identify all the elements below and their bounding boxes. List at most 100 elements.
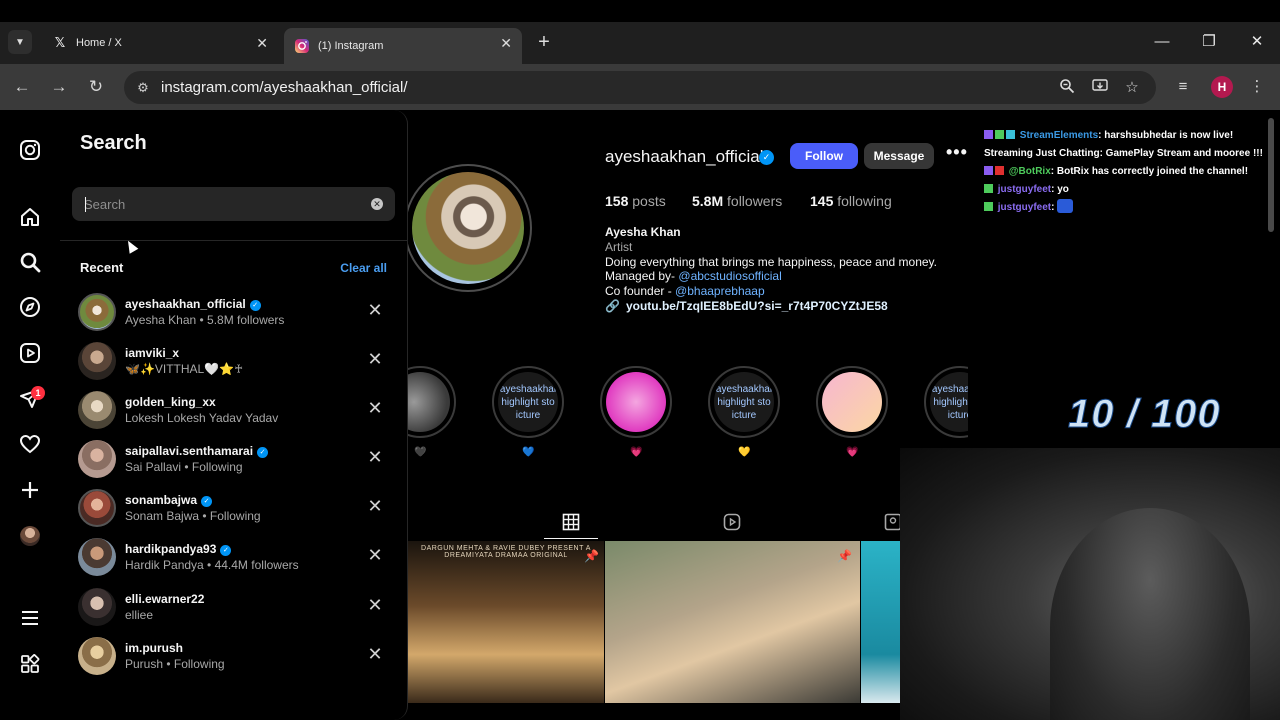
reels-tab-icon[interactable] [723, 513, 741, 531]
avatar [78, 489, 116, 527]
follow-button[interactable]: Follow [790, 143, 858, 169]
recent-subtitle: Hardik Pandya • 44.4M followers [125, 558, 299, 572]
install-app-icon[interactable] [1090, 78, 1110, 98]
reload-button[interactable]: ↻ [85, 76, 107, 98]
search-icon[interactable] [18, 250, 42, 274]
recent-subtitle: elliee [125, 608, 154, 622]
badge-icon [995, 166, 1004, 175]
avatar [78, 440, 116, 478]
back-button[interactable]: ← [11, 76, 33, 98]
recent-username: sonambajwa ✓ [125, 493, 213, 507]
remove-recent-icon[interactable]: ✕ [366, 448, 384, 466]
profile-full-name: Ayesha Khan [605, 225, 681, 239]
remove-recent-icon[interactable]: ✕ [366, 596, 384, 614]
media-controls-icon[interactable]: ≡ [1172, 76, 1194, 98]
recent-item[interactable]: im.purush Purush • Following ✕ [78, 635, 390, 679]
remove-recent-icon[interactable]: ✕ [366, 645, 384, 663]
avatar [78, 637, 116, 675]
profile-username: ayeshaakhan_official [605, 147, 764, 166]
chat-message: @BotRix: BotRix has correctly joined the… [984, 163, 1264, 181]
home-icon[interactable] [18, 205, 42, 229]
avatar [78, 538, 116, 576]
screen-top-strip [0, 0, 1280, 22]
highlight-heart: 💙 [522, 447, 535, 458]
new-tab-button[interactable]: + [534, 30, 554, 54]
tab-search-button[interactable]: ▼ [8, 30, 32, 54]
create-plus-icon[interactable] [18, 478, 42, 502]
story-highlight[interactable]: ayeshaakhai highlight sto icture [492, 366, 564, 438]
clear-all-button[interactable]: Clear all [340, 261, 387, 275]
recent-item[interactable]: elli.ewarner22 elliee ✕ [78, 586, 390, 630]
story-highlight[interactable] [408, 366, 456, 438]
recent-item[interactable]: saipallavi.senthamarai ✓ Sai Pallavi • Fo… [78, 438, 390, 482]
story-highlight[interactable]: ayeshaakhai highlight sto icture [924, 366, 968, 438]
explore-compass-icon[interactable] [18, 295, 42, 319]
badge-icon [995, 130, 1004, 139]
close-tab-icon[interactable]: ✕ [256, 35, 268, 52]
story-highlight[interactable] [816, 366, 888, 438]
notifications-heart-icon[interactable] [18, 432, 42, 456]
recent-item[interactable]: iamviki_x 🦋✨VITTHAL🤍⭐♰ ✕ [78, 340, 390, 384]
instagram-logo-icon[interactable] [18, 138, 42, 162]
chevron-down-icon: ▼ [15, 36, 25, 48]
menu-kebab-icon[interactable]: ⋮ [1246, 76, 1268, 98]
remove-recent-icon[interactable]: ✕ [366, 399, 384, 417]
recent-item[interactable]: ayeshaakhan_official ✓ Ayesha Khan • 5.8M… [78, 291, 390, 335]
recent-item[interactable]: hardikpandya93 ✓ Hardik Pandya • 44.4M fo… [78, 536, 390, 580]
close-window-button[interactable]: ✕ [1245, 30, 1269, 54]
verified-badge-icon: ✓ [249, 300, 261, 311]
mention-link[interactable]: @bhaaprebhaap [675, 284, 765, 298]
remove-recent-icon[interactable]: ✕ [366, 350, 384, 368]
profile-category: Artist [605, 240, 633, 254]
text-caret [85, 197, 86, 212]
bio-text: Doing everything that brings me happines… [605, 255, 937, 269]
tab-home-x[interactable]: 𝕏 Home / X ✕ [42, 28, 278, 58]
browser-tab-bar: ▼ 𝕏 Home / X ✕ (1) Instagram ✕ + — ❐ ✕ [0, 22, 1280, 64]
search-box[interactable]: ✕ [72, 187, 395, 221]
tab-instagram[interactable]: (1) Instagram ✕ [284, 28, 522, 64]
restore-button[interactable]: ❐ [1197, 30, 1221, 54]
recent-item[interactable]: golden_king_xx Lokesh Lokesh Yadav Yadav… [78, 389, 390, 433]
search-input[interactable] [84, 187, 354, 221]
more-options-icon[interactable]: ••• [946, 142, 968, 163]
zoom-icon[interactable] [1057, 78, 1077, 98]
message-button[interactable]: Message [864, 143, 934, 169]
profile-avatar[interactable] [20, 526, 40, 546]
also-from-meta-icon[interactable] [18, 652, 42, 676]
profile-picture[interactable] [408, 164, 532, 292]
recent-item[interactable]: sonambajwa ✓ Sonam Bajwa • Following ✕ [78, 487, 390, 531]
followers-stat[interactable]: 5.8M followers [692, 193, 782, 209]
messages-badge: 1 [31, 386, 45, 400]
x-logo-icon: 𝕏 [54, 35, 66, 50]
reels-icon[interactable] [18, 341, 42, 365]
avatar [78, 391, 116, 429]
story-highlight[interactable] [600, 366, 672, 438]
page-scrollbar[interactable] [1268, 118, 1274, 232]
following-stat[interactable]: 145 following [810, 193, 892, 209]
more-menu-icon[interactable] [18, 606, 42, 630]
bookmark-star-icon[interactable]: ☆ [1122, 78, 1142, 98]
address-bar[interactable]: ⚙ instagram.com/ayeshaakhan_official/ ☆ [124, 71, 1156, 104]
recent-subtitle: Ayesha Khan • 5.8M followers [125, 313, 285, 327]
clear-search-icon[interactable]: ✕ [371, 198, 383, 210]
remove-recent-icon[interactable]: ✕ [366, 301, 384, 319]
badge-icon [1006, 130, 1015, 139]
highlight-heart: 🖤 [414, 447, 427, 458]
story-highlight[interactable]: ayeshaakhai highlight sto icture [708, 366, 780, 438]
forward-button[interactable]: → [48, 76, 70, 98]
site-settings-icon[interactable]: ⚙ [134, 79, 152, 97]
profile-avatar-button[interactable]: H [1211, 76, 1233, 98]
close-tab-icon[interactable]: ✕ [500, 35, 512, 52]
posts-grid-tab-icon[interactable] [562, 513, 580, 531]
bio-external-link[interactable]: 🔗 youtu.be/TzqIEE8bEdU?si=_r7t4P70CYZtJE5… [605, 299, 888, 313]
remove-recent-icon[interactable]: ✕ [366, 497, 384, 515]
post-thumbnail[interactable] [861, 541, 901, 703]
post-thumbnail[interactable]: 📌 [605, 541, 860, 703]
badge-icon [984, 184, 993, 193]
post-thumbnail[interactable]: DARGUN MEHTA & RAVIE DUBEY PRESENT A DRE… [408, 541, 604, 703]
minimize-button[interactable]: — [1150, 30, 1174, 54]
pinned-icon: 📌 [837, 549, 852, 563]
mention-link[interactable]: @abcstudiosofficial [678, 269, 781, 283]
chat-message: StreamElements: harshsubhedar is now liv… [984, 130, 1263, 159]
remove-recent-icon[interactable]: ✕ [366, 546, 384, 564]
